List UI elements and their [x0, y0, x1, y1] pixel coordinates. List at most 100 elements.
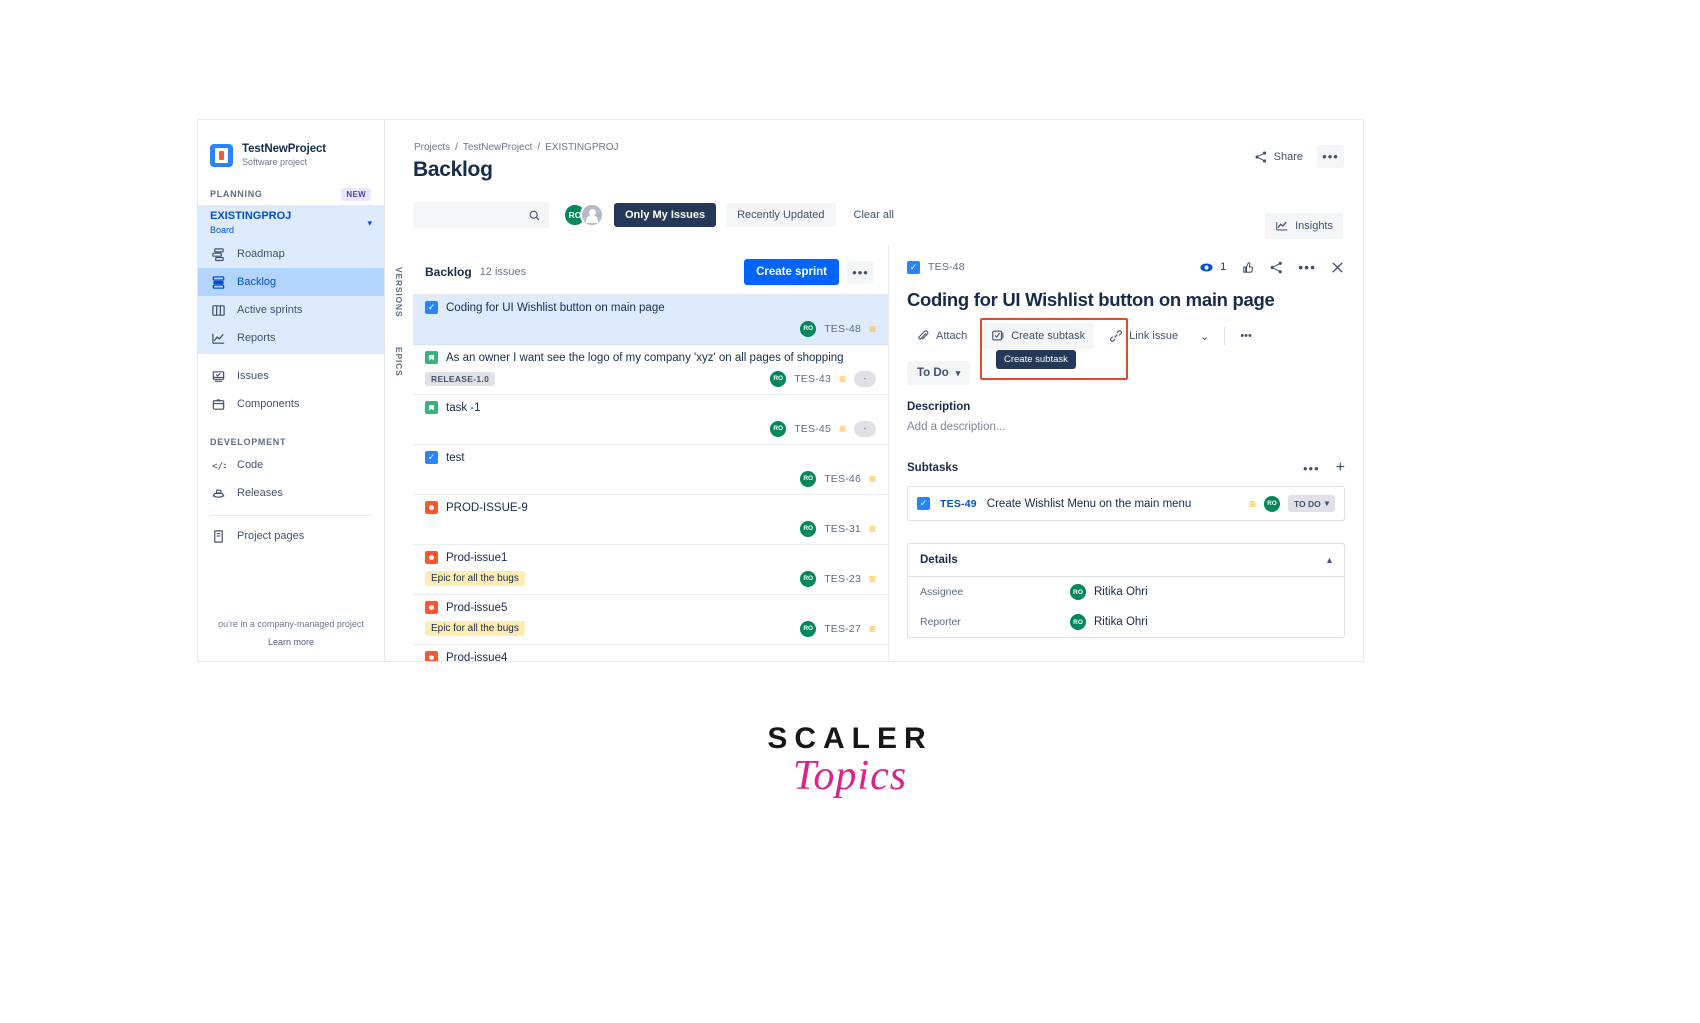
issue-actions-more-button[interactable]: ••• — [1233, 324, 1259, 348]
avatar[interactable]: RO — [800, 620, 817, 637]
sidebar-item-active-sprints[interactable]: Active sprints — [198, 296, 384, 324]
thumbs-up-icon[interactable] — [1240, 260, 1255, 275]
status-dropdown[interactable]: To Do ▾ — [907, 361, 971, 385]
project-header[interactable]: TestNewProject Software project — [198, 120, 384, 169]
issue-key[interactable]: TES-43 — [794, 373, 831, 385]
releases-ship-icon — [212, 489, 225, 498]
share-issue-icon[interactable] — [1269, 260, 1284, 275]
row-meta-line: RO TES-48 ≡ — [425, 319, 876, 338]
link-chain-icon — [1110, 330, 1123, 342]
priority-medium-icon: ≡ — [868, 521, 876, 536]
sidebar-item-code[interactable]: </> Code — [198, 451, 384, 479]
avatar-placeholder[interactable] — [580, 203, 604, 227]
avatar[interactable]: RO — [770, 370, 787, 387]
avatar[interactable]: RO — [800, 470, 817, 487]
pages-nav-group: Project pages — [198, 522, 384, 551]
issue-key[interactable]: TES-48 — [928, 261, 965, 273]
table-row[interactable]: test RO TES-46 ≡ — [413, 445, 888, 495]
sidebar-item-components[interactable]: Components — [198, 390, 384, 418]
recently-updated-button[interactable]: Recently Updated — [726, 203, 836, 227]
row-title: Prod-issue4 — [446, 651, 508, 662]
description-placeholder[interactable]: Add a description... — [907, 421, 1345, 433]
insights-button[interactable]: Insights — [1265, 213, 1343, 239]
create-sprint-button[interactable]: Create sprint — [744, 259, 839, 285]
detail-field-value[interactable]: RO Ritika Ohri — [1070, 614, 1148, 630]
search-input[interactable] — [413, 202, 549, 228]
issue-key[interactable]: TES-48 — [824, 323, 861, 335]
avatar[interactable]: RO — [1263, 495, 1280, 512]
only-my-issues-button[interactable]: Only My Issues — [614, 203, 717, 227]
header-more-button[interactable]: ••• — [1317, 145, 1344, 168]
actions-chevron-button[interactable]: ⌄ — [1193, 324, 1216, 349]
epic-chip[interactable]: Epic for all the bugs — [425, 621, 525, 636]
issue-detail-header-actions: 1 ••• — [1199, 259, 1345, 275]
issue-key[interactable]: TES-45 — [794, 423, 831, 435]
release-chip[interactable]: RELEASE-1.0 — [425, 371, 496, 386]
issue-detail-header: TES-48 1 ••• — [907, 259, 1345, 275]
detail-field-text: Ritika Ohri — [1094, 586, 1148, 598]
rail-epics[interactable]: EPICS — [394, 347, 404, 377]
attach-button[interactable]: Attach — [907, 323, 976, 349]
table-row[interactable]: As an owner I want see the logo of my co… — [413, 345, 888, 395]
status-badge[interactable]: TO DO ▾ — [1287, 495, 1335, 512]
row-right-meta: RO TES-45 ≡ - — [770, 420, 876, 437]
project-type: Software project — [242, 157, 308, 168]
row-right-meta: RO TES-43 ≡ - — [770, 370, 876, 387]
estimate-badge[interactable]: - — [854, 420, 876, 437]
subtasks-more-button[interactable]: ••• — [1303, 461, 1320, 476]
avatar-filter-group[interactable]: RO — [563, 203, 604, 227]
watch-count: 1 — [1220, 261, 1227, 273]
table-row[interactable]: Prod-issue1 Epic for all the bugs RO TES-23… — [413, 545, 888, 595]
backlog-more-button[interactable]: ••• — [847, 260, 874, 284]
close-icon[interactable] — [1330, 260, 1345, 275]
share-button[interactable]: Share — [1247, 146, 1310, 168]
table-row[interactable]: Prod-issue5 Epic for all the bugs RO TES-27… — [413, 595, 888, 645]
avatar[interactable]: RO — [800, 570, 817, 587]
detail-field-label: Assignee — [920, 586, 964, 598]
breadcrumb-projects[interactable]: Projects — [414, 142, 450, 153]
link-issue-button[interactable]: Link issue — [1100, 323, 1187, 349]
sidebar-item-reports[interactable]: Reports — [198, 324, 384, 352]
create-subtask-label: Create subtask — [1011, 330, 1086, 342]
avatar[interactable]: RO — [800, 320, 817, 337]
sidebar-item-issues[interactable]: Issues — [198, 362, 384, 390]
sidebar-item-releases[interactable]: Releases — [198, 479, 384, 507]
chevron-down-icon[interactable]: ▾ — [367, 218, 372, 229]
avatar[interactable]: RO — [770, 420, 787, 437]
row-right-meta: RO TES-27 ≡ — [800, 620, 876, 637]
create-subtask-button[interactable]: Create subtask — [982, 323, 1095, 349]
detail-field-value[interactable]: RO Ritika Ohri — [1070, 584, 1148, 600]
table-row[interactable]: task -1 RO TES-45 ≡ - — [413, 395, 888, 445]
issue-key[interactable]: TES-27 — [824, 623, 861, 635]
sidebar-item-backlog[interactable]: Backlog — [198, 268, 384, 297]
avatar[interactable]: RO — [800, 520, 817, 537]
list-item[interactable]: TES-49 Create Wishlist Menu on the main m… — [907, 486, 1345, 521]
clear-all-button[interactable]: Clear all — [854, 209, 894, 221]
issue-key[interactable]: TES-46 — [824, 473, 861, 485]
epic-chip[interactable]: Epic for all the bugs — [425, 571, 525, 586]
subtask-type-icon — [917, 497, 930, 510]
estimate-badge[interactable]: - — [854, 370, 876, 387]
learn-more-link[interactable]: Learn more — [198, 637, 384, 647]
watchers[interactable]: 1 — [1199, 260, 1226, 275]
subtask-key[interactable]: TES-49 — [940, 498, 977, 510]
issue-key[interactable]: TES-23 — [824, 573, 861, 585]
details-card-header[interactable]: Details ▴ — [908, 544, 1344, 577]
breadcrumb-board[interactable]: EXISTINGPROJ — [545, 142, 618, 153]
backlog-list-column: Backlog 12 issues Create sprint ••• Codi… — [413, 245, 888, 661]
share-button-label: Share — [1273, 150, 1303, 163]
table-row[interactable]: Coding for UI Wishlist button on main pa… — [413, 295, 888, 345]
board-selector[interactable]: EXISTINGPROJ Board ▾ — [198, 204, 384, 241]
add-subtask-button[interactable]: + — [1336, 459, 1345, 477]
issue-more-button[interactable]: ••• — [1298, 259, 1316, 275]
rail-versions[interactable]: VERSIONS — [394, 267, 404, 317]
table-row[interactable]: PROD-ISSUE-9 RO TES-31 ≡ — [413, 495, 888, 545]
sidebar-item-roadmap[interactable]: Roadmap — [198, 240, 384, 268]
breadcrumb-project[interactable]: TestNewProject — [463, 142, 532, 153]
table-row[interactable]: Prod-issue4 — [413, 645, 888, 662]
issue-key[interactable]: TES-31 — [824, 523, 861, 535]
link-issue-label: Link issue — [1129, 330, 1179, 342]
row-title-line: As an owner I want see the logo of my co… — [425, 351, 876, 364]
chevron-up-icon[interactable]: ▴ — [1327, 555, 1332, 566]
sidebar-item-project-pages[interactable]: Project pages — [198, 522, 384, 550]
